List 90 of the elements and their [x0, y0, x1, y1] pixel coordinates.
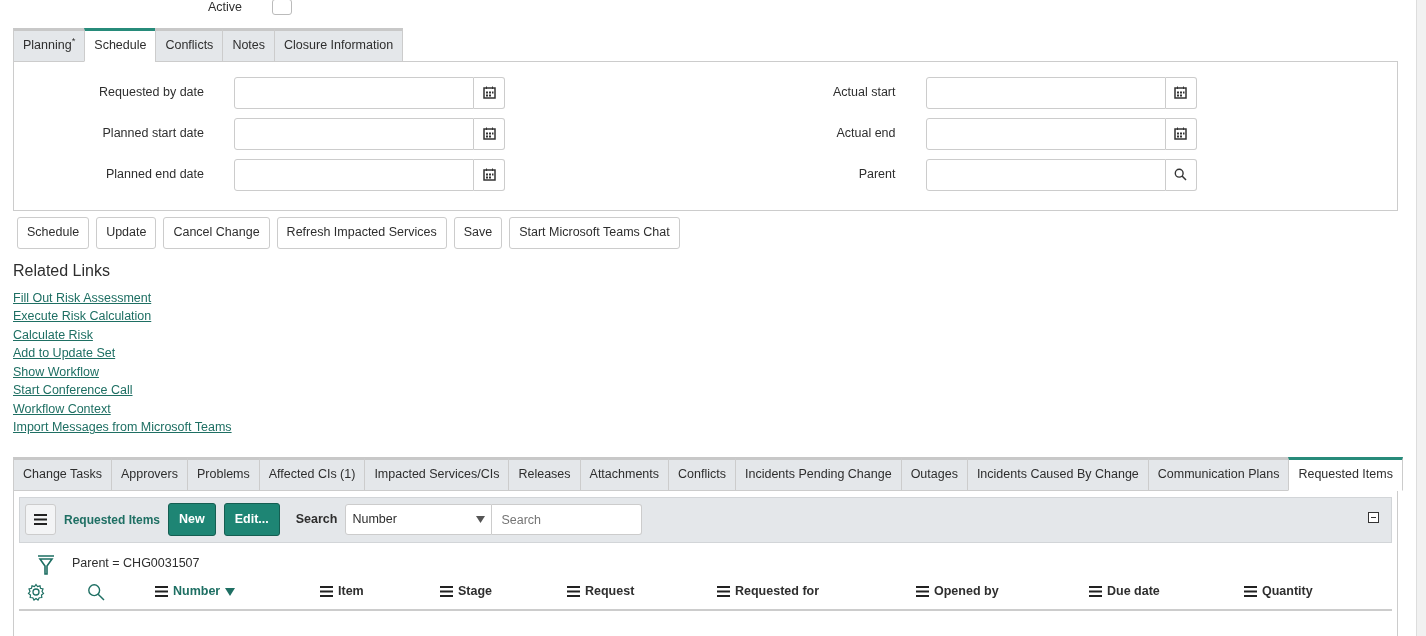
- column-menu-icon: [1244, 586, 1257, 598]
- related-link[interactable]: Add to Update Set: [13, 344, 116, 363]
- calendar-button[interactable]: [474, 117, 505, 150]
- calendar-button[interactable]: [474, 158, 505, 191]
- column-header[interactable]: Opened by: [916, 582, 1089, 602]
- column-menu-icon: [717, 586, 730, 598]
- calendar-button[interactable]: [1165, 117, 1197, 150]
- calendar-button[interactable]: [474, 76, 505, 109]
- date-field[interactable]: [234, 117, 474, 150]
- calendar-icon: [482, 168, 496, 182]
- column-header[interactable]: Number: [155, 582, 320, 602]
- field-label: Actual start: [831, 84, 897, 102]
- column-menu-icon: [916, 586, 929, 598]
- filter-icon: [37, 552, 55, 575]
- calendar-icon: [482, 127, 496, 141]
- new-button[interactable]: New: [168, 503, 216, 537]
- search-icon: [87, 583, 105, 601]
- settings-icon: [27, 583, 45, 601]
- caret-icon: [476, 516, 486, 524]
- action-button[interactable]: Save: [453, 216, 503, 249]
- date-field[interactable]: [925, 76, 1166, 109]
- calendar-icon: [1174, 86, 1187, 100]
- related-link[interactable]: Show Workflow: [13, 362, 99, 382]
- related-link[interactable]: Workflow Context: [13, 399, 111, 419]
- column-header[interactable]: Item: [320, 582, 440, 602]
- list-tab[interactable]: Incidents Pending Change: [735, 456, 902, 491]
- list-tab[interactable]: Outages: [900, 456, 968, 491]
- column-header[interactable]: Stage: [440, 582, 567, 602]
- calendar-icon: [1174, 127, 1187, 141]
- search-label: Search: [295, 511, 338, 529]
- search-input[interactable]: Search: [492, 504, 643, 536]
- form-tab[interactable]: Conflicts: [155, 28, 224, 62]
- action-button[interactable]: Start Microsoft Teams Chat: [509, 216, 680, 249]
- list-tab[interactable]: Impacted Services/CIs: [364, 456, 510, 491]
- list-tab[interactable]: Conflicts: [668, 456, 736, 491]
- related-link[interactable]: Execute Risk Calculation: [13, 307, 152, 326]
- list-tab[interactable]: Change Tasks: [13, 456, 112, 491]
- calendar-button[interactable]: [1165, 76, 1197, 109]
- column-header[interactable]: Requested for: [717, 582, 916, 602]
- list-tab[interactable]: Approvers: [111, 456, 188, 491]
- search-icon: [1174, 168, 1187, 182]
- field-label: Planned start date: [101, 125, 205, 143]
- field-label: Planned end date: [105, 166, 205, 184]
- list-tab[interactable]: Affected CIs (1): [258, 456, 366, 491]
- list-tab[interactable]: Incidents Caused By Change: [966, 456, 1149, 491]
- related-link[interactable]: Start Conference Call: [13, 381, 133, 400]
- field-label: Actual end: [835, 125, 897, 143]
- dropdown-field[interactable]: [272, 0, 293, 15]
- column-menu-icon: [1089, 586, 1102, 598]
- list-tab[interactable]: Requested Items: [1288, 456, 1403, 491]
- date-field[interactable]: [925, 117, 1166, 150]
- form-tab[interactable]: Schedule: [84, 28, 157, 62]
- menu-icon: [34, 514, 47, 526]
- action-button[interactable]: Cancel Change: [163, 216, 270, 249]
- filter-text[interactable]: Parent = CHG0031507: [72, 554, 200, 574]
- action-button[interactable]: Refresh Impacted Services: [276, 216, 447, 249]
- column-menu-icon: [320, 586, 333, 598]
- date-field[interactable]: [234, 158, 474, 191]
- field-label: Active: [208, 0, 243, 16]
- date-field[interactable]: [234, 76, 474, 109]
- list-tab[interactable]: Communication Plans: [1147, 456, 1290, 491]
- section-heading: Related Links: [13, 260, 111, 280]
- reference-field[interactable]: [925, 158, 1166, 191]
- list-tab[interactable]: Releases: [508, 456, 581, 491]
- related-link[interactable]: Calculate Risk: [13, 325, 93, 345]
- related-link[interactable]: Import Messages from Microsoft Teams: [13, 418, 232, 437]
- calendar-icon: [482, 86, 496, 100]
- form-tab[interactable]: Planning$^{*}$: [13, 28, 86, 62]
- column-menu-icon: [440, 586, 453, 598]
- list-tab[interactable]: Problems: [187, 456, 260, 491]
- column-header[interactable]: Request: [567, 582, 717, 602]
- edit-button[interactable]: Edit...: [223, 503, 280, 537]
- form-tab[interactable]: Closure Information: [274, 28, 404, 62]
- sort-descending-icon: [225, 587, 236, 596]
- column-menu-icon: [155, 586, 168, 598]
- column-header[interactable]: Due date: [1089, 582, 1244, 602]
- action-button[interactable]: Update: [96, 216, 157, 249]
- collapse-icon: [1368, 511, 1379, 523]
- list-title: Requested Items: [64, 511, 161, 529]
- field-label: Requested by date: [98, 84, 205, 102]
- list-tab[interactable]: Attachments: [579, 456, 670, 491]
- column-header[interactable]: Quantity: [1244, 582, 1364, 602]
- menu-button[interactable]: [25, 504, 56, 536]
- action-button[interactable]: Schedule: [17, 216, 90, 249]
- search-field-select[interactable]: Number: [345, 504, 493, 536]
- form-tab[interactable]: Notes: [222, 28, 276, 62]
- related-link[interactable]: Fill Out Risk Assessment: [13, 288, 152, 308]
- field-label: Parent: [857, 166, 897, 184]
- lookup-button[interactable]: [1165, 158, 1197, 191]
- column-menu-icon: [567, 586, 580, 598]
